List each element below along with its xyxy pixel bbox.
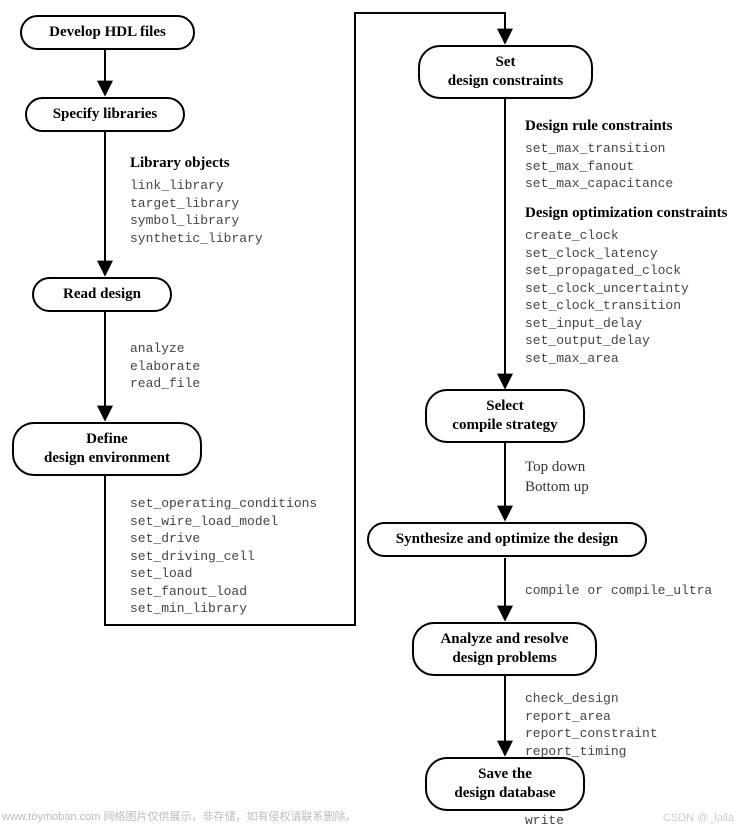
caption-strategy: Top down Bottom up [525,457,589,498]
node-specify-libraries: Specify libraries [25,97,185,132]
node-analyze-resolve: Analyze and resolve design problems [412,622,597,676]
node-develop-hdl: Develop HDL files [20,15,195,50]
list-report-cmds: check_design report_area report_constrai… [525,690,658,760]
list-env-cmds: set_operating_conditions set_wire_load_m… [130,495,317,618]
list-opt-cmds: create_clock set_clock_latency set_propa… [525,227,689,367]
node-label-line2: design constraints [448,72,563,91]
node-read-design: Read design [32,277,172,312]
list-write-cmd: write [525,812,564,830]
node-label-line1: Save the [478,765,532,784]
node-label-line1: Analyze and resolve [440,630,568,649]
list-drc-cmds: set_max_transition set_max_fanout set_ma… [525,140,673,193]
node-label: Synthesize and optimize the design [396,530,619,549]
node-set-constraints: Set design constraints [418,45,593,99]
heading-design-rule: Design rule constraints [525,118,673,135]
list-read-cmds: analyze elaborate read_file [130,340,200,393]
node-select-strategy: Select compile strategy [425,389,585,443]
node-label-line1: Define [86,430,128,449]
node-label-line1: Set [496,53,516,72]
node-label-line2: design problems [452,649,556,668]
node-label-line1: Select [486,397,523,416]
list-library-objects: link_library target_library symbol_libra… [130,177,263,247]
node-synthesize: Synthesize and optimize the design [367,522,647,557]
node-label-line2: compile strategy [452,416,557,435]
csdn-credit: CSDN @_lalla [663,812,734,824]
heading-design-opt: Design optimization constraints [525,205,728,222]
list-compile-cmd: compile or compile_ultra [525,582,712,600]
node-label-line2: design environment [44,449,170,468]
node-label: Read design [63,285,141,304]
node-define-env: Define design environment [12,422,202,476]
node-save-database: Save the design database [425,757,585,811]
node-label: Develop HDL files [49,23,166,42]
node-label-line2: design database [454,784,555,803]
heading-library-objects: Library objects [130,155,230,172]
node-label: Specify libraries [53,105,158,124]
watermark-text: www.toymoban.com 网络图片仅供展示，非存储，如有侵权请联系删除。 [2,808,356,824]
